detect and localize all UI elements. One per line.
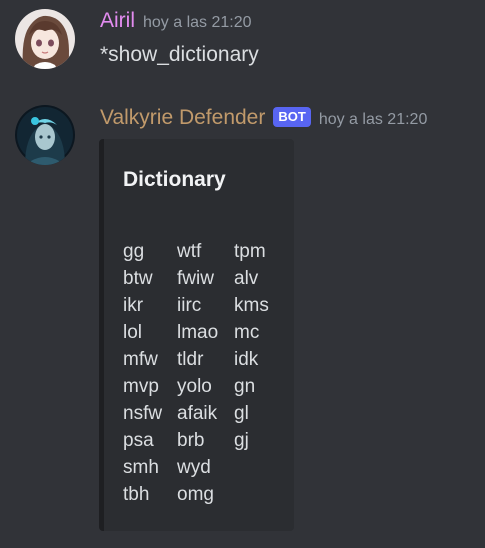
timestamp: hoy a las 21:20 (318, 111, 428, 128)
bot-badge: BOT (273, 107, 311, 127)
dictionary-word: nsfw (123, 403, 163, 424)
dictionary-word: psa (123, 430, 154, 451)
word-column-3: tpm alv kms mc idk gn gl gj (234, 238, 269, 454)
dictionary-word: lol (123, 322, 143, 343)
dictionary-word: fwiw (177, 268, 214, 289)
author-name-valkyrie-defender[interactable]: Valkyrie Defender (100, 106, 265, 129)
message-1-text: *show_dictionary (100, 43, 259, 66)
timestamp: hoy a las 21:20 (143, 14, 252, 31)
message-1: Airil hoy a las 21:20 *show_dictionary (0, 0, 485, 90)
dictionary-word: gn (234, 376, 256, 397)
word-column-2: wtf fwiw iirc lmao tldr yolo afaik brb w… (177, 238, 218, 508)
embed-title: Dictionary (123, 168, 226, 191)
dictionary-word: alv (234, 268, 259, 289)
message-1-header: Airil hoy a las 21:20 (100, 9, 252, 33)
dictionary-word: mc (234, 322, 260, 343)
dictionary-word: gj (234, 430, 249, 451)
dictionary-word: yolo (177, 376, 212, 397)
dictionary-word: wtf (177, 241, 202, 262)
dictionary-word: kms (234, 295, 269, 316)
dictionary-word: omg (177, 484, 214, 505)
dictionary-embed: Dictionary gg btw ikr lol mfw mvp nsfw p… (99, 139, 294, 531)
dictionary-word: lmao (177, 322, 219, 343)
dictionary-word: wyd (177, 457, 211, 478)
word-column-1: gg btw ikr lol mfw mvp nsfw psa smh tbh (123, 238, 162, 508)
author-name-airil[interactable]: Airil (100, 9, 135, 32)
dictionary-word: gl (234, 403, 249, 424)
airil-avatar[interactable] (15, 9, 75, 69)
dictionary-word: tbh (123, 484, 150, 505)
dictionary-word: smh (123, 457, 159, 478)
valkyrie-defender-avatar[interactable] (15, 105, 75, 165)
dictionary-word: tldr (177, 349, 204, 370)
dictionary-word: brb (177, 430, 205, 451)
dictionary-word: gg (123, 241, 145, 262)
dictionary-word: tpm (234, 241, 266, 262)
message-2-header: Valkyrie Defender BOT hoy a las 21:20 (100, 106, 427, 130)
dark-valkyrie-avatar-icon (15, 105, 75, 165)
dictionary-word: mfw (123, 349, 158, 370)
dictionary-word: idk (234, 349, 259, 370)
dictionary-word: mvp (123, 376, 159, 397)
dictionary-word: afaik (177, 403, 218, 424)
dictionary-word: btw (123, 268, 153, 289)
dictionary-word: ikr (123, 295, 144, 316)
anime-girl-avatar-icon (15, 9, 75, 69)
dictionary-word: iirc (177, 295, 202, 316)
